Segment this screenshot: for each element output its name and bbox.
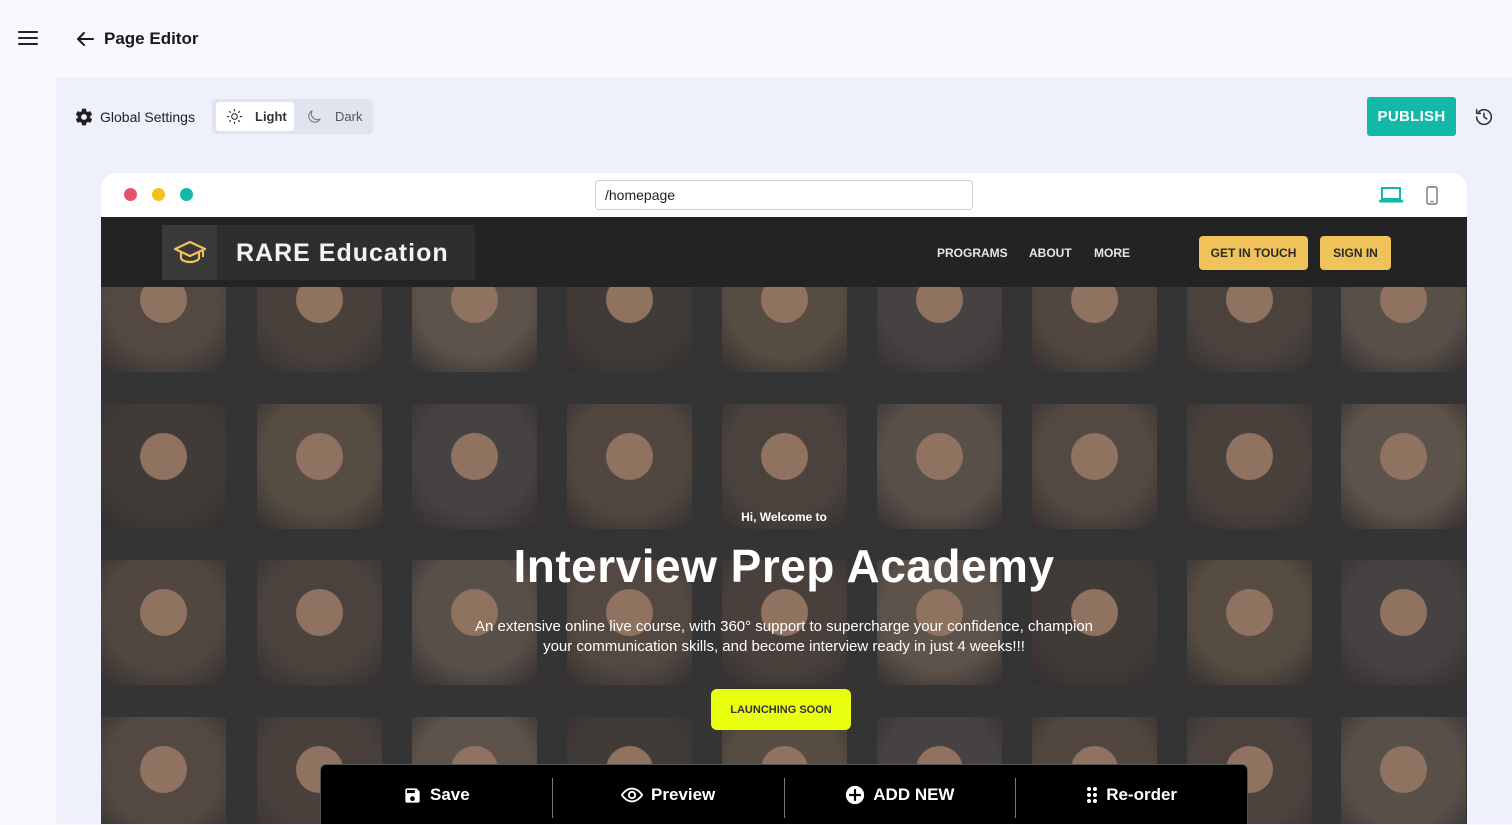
nav-link-about[interactable]: ABOUT [1029, 246, 1072, 260]
save-icon [405, 787, 420, 803]
window-dot-red [124, 188, 137, 201]
save-label: Save [430, 785, 470, 804]
nav-link-programs[interactable]: PROGRAMS [937, 246, 1008, 260]
browser-preview-frame: RARE Education PROGRAMS ABOUT MORE GET I… [101, 173, 1467, 824]
site-preview: RARE Education PROGRAMS ABOUT MORE GET I… [101, 217, 1467, 824]
global-settings-label: Global Settings [100, 109, 195, 125]
hero-kicker: Hi, Welcome to [741, 510, 827, 524]
nav-link-more[interactable]: MORE [1094, 246, 1130, 260]
site-navbar: RARE Education PROGRAMS ABOUT MORE GET I… [101, 217, 1467, 287]
top-bar: Page Editor [0, 0, 1512, 77]
sun-icon [226, 108, 243, 125]
bottom-toolbar: Save Preview ADD NEW Re-order [320, 764, 1248, 824]
theme-light-label: Light [255, 109, 287, 124]
site-logo[interactable]: RARE Education [162, 225, 475, 280]
drag-dots-icon [1087, 787, 1098, 803]
browser-chrome [101, 173, 1467, 217]
hero-title: Interview Prep Academy [513, 540, 1055, 592]
phone-icon[interactable] [1425, 186, 1439, 205]
url-input[interactable] [595, 180, 973, 210]
publish-button[interactable]: PUBLISH [1367, 97, 1456, 136]
menu-icon[interactable] [18, 31, 38, 47]
plus-circle-icon [846, 785, 865, 805]
hero-subtitle: An extensive online live course, with 36… [474, 618, 1094, 655]
reorder-button[interactable]: Re-order [1016, 765, 1247, 825]
page-title: Page Editor [104, 29, 199, 48]
theme-light-option[interactable]: Light [216, 102, 294, 131]
preview-label: Preview [650, 785, 716, 804]
save-button[interactable]: Save [321, 765, 552, 825]
gear-icon [75, 108, 93, 126]
moon-icon [308, 110, 321, 123]
history-icon[interactable] [1473, 106, 1495, 128]
theme-toggle: Light Dark [212, 99, 373, 134]
add-new-label: ADD NEW [873, 785, 955, 804]
add-new-button[interactable]: ADD NEW [785, 765, 1016, 825]
sign-in-button[interactable]: SIGN IN [1320, 236, 1391, 270]
global-settings-button[interactable]: Global Settings [74, 106, 195, 128]
graduation-cap-icon [162, 225, 217, 280]
site-logo-text: RARE Education [236, 239, 449, 267]
get-in-touch-button[interactable]: GET IN TOUCH [1199, 236, 1308, 270]
window-dot-yellow [152, 188, 165, 201]
launching-soon-button[interactable]: LAUNCHING SOON [711, 689, 851, 730]
reorder-label: Re-order [1106, 785, 1178, 804]
laptop-icon[interactable] [1379, 186, 1403, 204]
back-arrow-icon[interactable] [74, 28, 96, 50]
window-dot-green [180, 188, 193, 201]
eye-icon [620, 787, 643, 803]
theme-dark-label: Dark [335, 109, 363, 124]
preview-button[interactable]: Preview [553, 765, 784, 825]
theme-dark-option[interactable]: Dark [300, 102, 370, 131]
